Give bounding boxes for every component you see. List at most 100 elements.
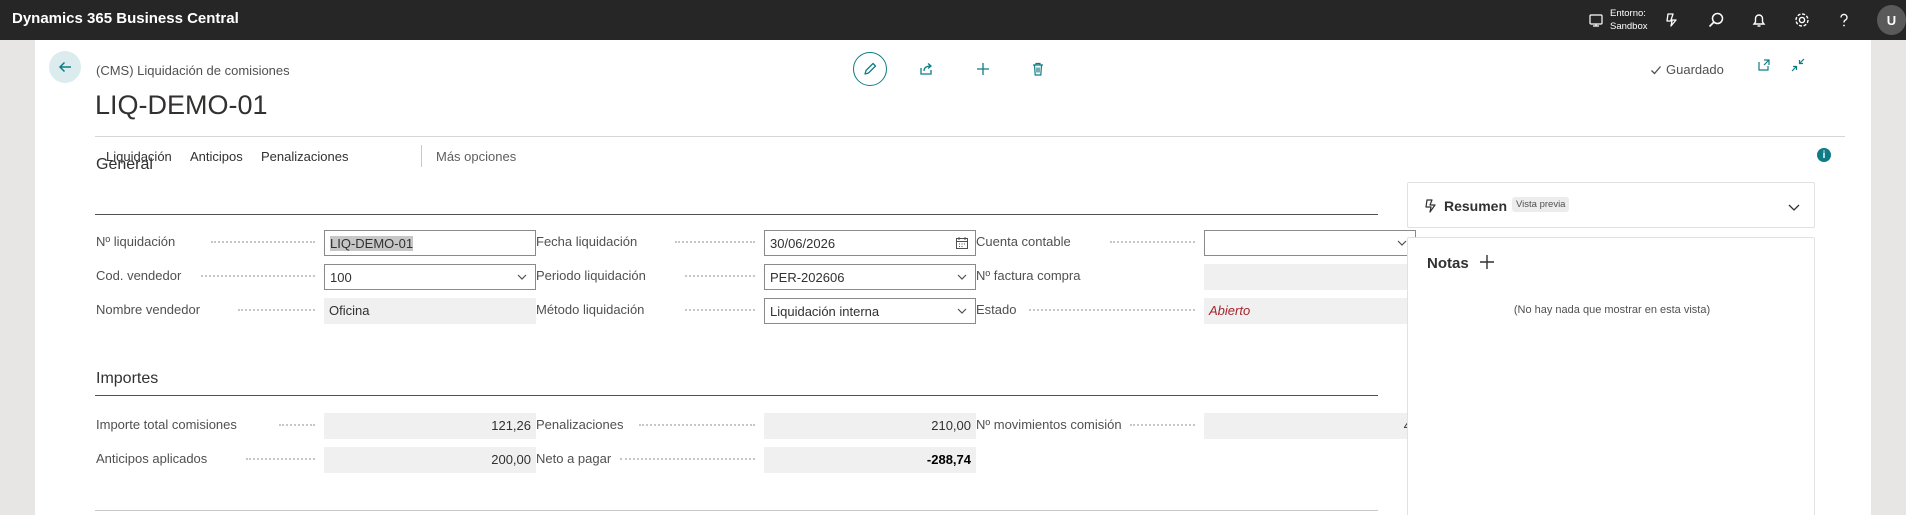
label-penalizaciones: Penalizaciones <box>536 417 624 432</box>
checkmark-icon <box>1651 65 1661 74</box>
chevron-down-icon <box>957 308 967 314</box>
field-importe-total[interactable]: 121,26 <box>324 413 536 439</box>
section-divider <box>95 395 1378 396</box>
edit-button[interactable] <box>853 52 887 86</box>
select-metodo-liquidacion[interactable]: Liquidación interna <box>764 298 976 324</box>
help-icon[interactable] <box>1832 8 1856 32</box>
value-cod-vendedor: 100 <box>330 270 352 285</box>
environment-label: Entorno: <box>1610 8 1646 19</box>
dots <box>685 309 755 311</box>
dots <box>639 424 755 426</box>
input-no-liquidacion[interactable]: LIQ-DEMO-01 <box>324 230 536 256</box>
notas-title: Notas <box>1427 255 1469 272</box>
avatar[interactable]: U <box>1877 5 1906 35</box>
chevron-down-icon <box>1397 240 1407 246</box>
section-divider <box>95 214 1378 215</box>
saved-label: Guardado <box>1666 62 1724 77</box>
label-no-movimientos: Nº movimientos comisión <box>976 417 1122 432</box>
page-card: (CMS) Liquidación de comisiones LIQ-DEMO… <box>35 40 1871 515</box>
dots <box>620 458 755 460</box>
pencil-icon <box>864 62 877 75</box>
select-periodo-liquidacion[interactable]: PER-202606 <box>764 264 976 290</box>
share-button[interactable] <box>915 58 937 80</box>
app-title[interactable]: Dynamics 365 Business Central <box>12 10 239 27</box>
select-cuenta-contable[interactable] <box>1204 230 1416 256</box>
top-bar: Dynamics 365 Business Central Entorno: S… <box>0 0 1906 40</box>
arrow-left-icon <box>58 61 71 73</box>
tab-separator <box>421 145 422 167</box>
dots <box>685 275 755 277</box>
factbox-resumen[interactable]: Resumen Vista previa <box>1407 182 1815 228</box>
back-button[interactable] <box>49 51 81 83</box>
chevron-down-icon <box>517 274 527 280</box>
tab-more-options[interactable]: Más opciones <box>436 149 516 164</box>
field-no-movimientos[interactable]: 4 <box>1204 413 1416 439</box>
chevron-down-icon[interactable] <box>1788 201 1800 213</box>
label-no-factura-compra: Nº factura compra <box>976 268 1081 283</box>
field-neto: -288,74 <box>764 447 976 473</box>
calendar-icon[interactable] <box>955 236 969 250</box>
dots <box>238 309 315 311</box>
dots <box>279 424 315 426</box>
environment-indicator[interactable]: Entorno: Sandbox <box>1588 5 1648 35</box>
label-neto: Neto a pagar <box>536 451 612 466</box>
open-new-window-button[interactable] <box>1753 54 1775 76</box>
chevron-down-icon <box>957 274 967 280</box>
dots <box>1110 241 1195 243</box>
add-note-icon[interactable] <box>1478 253 1496 271</box>
open-new-window-icon <box>1758 59 1770 71</box>
trash-icon <box>1033 62 1043 76</box>
dots <box>1130 424 1195 426</box>
label-cuenta-contable: Cuenta contable <box>976 234 1071 249</box>
field-penalizaciones[interactable]: 210,00 <box>764 413 976 439</box>
value-metodo-liquidacion: Liquidación interna <box>770 304 880 319</box>
tab-penalizaciones[interactable]: Penalizaciones <box>261 149 348 164</box>
factbox-notas: Notas (No hay nada que mostrar en esta v… <box>1407 237 1815 515</box>
label-no-liquidacion: Nº liquidación <box>96 234 176 249</box>
factbox-resumen-title: Resumen <box>1444 198 1508 214</box>
section-title-importes[interactable]: Importes <box>96 370 158 388</box>
dots <box>201 275 315 277</box>
label-fecha-liquidacion: Fecha liquidación <box>536 234 638 249</box>
plus-icon <box>977 63 989 75</box>
label-estado: Estado <box>976 302 1017 317</box>
value-periodo-liquidacion: PER-202606 <box>770 270 845 285</box>
dots <box>1029 309 1195 311</box>
dots <box>211 241 315 243</box>
label-periodo-liquidacion: Periodo liquidación <box>536 268 646 283</box>
field-nombre-vendedor: Oficina <box>324 298 536 324</box>
preview-badge: Vista previa <box>1512 197 1570 212</box>
date-fecha-liquidacion[interactable]: 30/06/2026 <box>764 230 976 256</box>
environment-value: Sandbox <box>1610 21 1648 32</box>
search-icon[interactable] <box>1704 8 1728 32</box>
tab-anticipos[interactable]: Anticipos <box>190 149 243 164</box>
new-button[interactable] <box>972 58 994 80</box>
collapse-icon <box>1791 58 1805 72</box>
dots <box>246 458 315 460</box>
collapse-button[interactable] <box>1787 54 1809 76</box>
value-fecha-liquidacion: 30/06/2026 <box>770 236 836 251</box>
copilot-icon[interactable] <box>1660 8 1684 32</box>
environment-icon <box>1589 14 1603 27</box>
copilot-icon <box>1425 199 1436 213</box>
share-icon <box>920 63 933 75</box>
bell-icon[interactable] <box>1747 8 1771 32</box>
label-metodo-liquidacion: Método liquidación <box>536 302 645 317</box>
label-importe-total: Importe total comisiones <box>96 417 237 432</box>
label-anticipos: Anticipos aplicados <box>96 451 208 466</box>
field-anticipos[interactable]: 200,00 <box>324 447 536 473</box>
select-cod-vendedor[interactable]: 100 <box>324 264 536 290</box>
value-no-liquidacion: LIQ-DEMO-01 <box>330 236 414 251</box>
label-cod-vendedor: Cod. vendedor <box>96 268 182 283</box>
gear-icon[interactable] <box>1790 8 1814 32</box>
page-title: LIQ-DEMO-01 <box>95 90 268 120</box>
label-nombre-vendedor: Nombre vendedor <box>96 302 201 317</box>
empty-message: (No hay nada que mostrar en esta vista) <box>1513 304 1711 316</box>
info-icon[interactable]: i <box>1817 148 1831 162</box>
page-caption: (CMS) Liquidación de comisiones <box>96 63 290 78</box>
delete-button[interactable] <box>1027 58 1049 80</box>
action-bar: Liquidación Anticipos Penalizaciones Más… <box>95 136 1845 176</box>
section-title-general[interactable]: General <box>96 156 153 174</box>
saved-status: Guardado <box>1650 62 1724 77</box>
section-divider <box>95 510 1378 511</box>
